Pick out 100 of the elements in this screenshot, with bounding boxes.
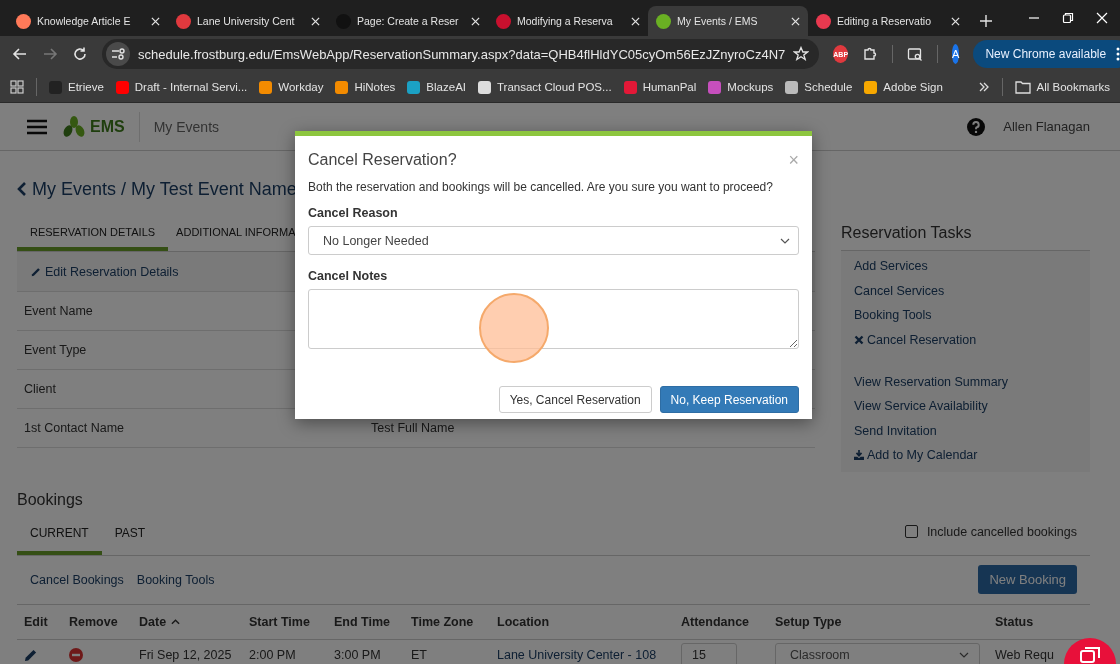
column-header[interactable]: Setup Type (775, 614, 995, 629)
browser-tab[interactable]: Lane University Cent (168, 6, 328, 36)
x-icon (854, 335, 864, 346)
task-link[interactable]: Add to My Calendar (854, 443, 1090, 468)
forward-arrow-icon[interactable] (42, 46, 58, 62)
task-link[interactable]: Cancel Services (854, 278, 1090, 304)
bookmark-link[interactable]: Etrieve (49, 80, 104, 94)
field-label: Event Name (24, 304, 94, 318)
bookmark-link[interactable]: Workday (259, 80, 324, 94)
all-bookmarks-link[interactable]: All Bookmarks (1014, 80, 1110, 94)
more-icon (1116, 47, 1120, 61)
address-bar[interactable]: schedule.frostburg.edu/EmsWebApp/ReservationSummary.aspx?data=QHB4flHldYC05cyOm56EzJZnyroCz4N7 (102, 39, 820, 69)
cancel-notes-field[interactable] (308, 289, 799, 349)
bookings-tab[interactable]: CURRENT (17, 518, 102, 555)
field-label: Cancel Reason (308, 206, 399, 220)
pencil-icon (30, 265, 42, 278)
column-header[interactable]: Attendance (681, 614, 775, 629)
close-button[interactable]: × (782, 151, 799, 169)
task-link[interactable]: Send Invitation (854, 418, 1090, 444)
edit-reservation-link[interactable]: Edit Reservation Details (30, 264, 179, 279)
column-header[interactable]: Location (497, 614, 681, 629)
column-header[interactable]: End Time (334, 614, 411, 629)
back-arrow-icon[interactable] (12, 46, 28, 62)
bookmark-link[interactable]: BlazeAI (407, 80, 466, 94)
dialog-button[interactable]: No, Keep Reservation (659, 386, 799, 413)
task-link[interactable]: View Service Availability (854, 393, 1090, 419)
column-header[interactable]: Time Zone (411, 614, 497, 629)
pencil-icon[interactable] (24, 647, 38, 662)
cancel-reason-select[interactable]: No Longer Needed (308, 226, 799, 255)
column-header[interactable]: Date (139, 614, 249, 629)
bookings-tab[interactable]: PAST (101, 518, 159, 555)
browser-tab[interactable]: Modifying a Reserva (488, 6, 648, 36)
dialog-button[interactable]: Yes, Cancel Reservation (498, 386, 652, 413)
attendance-input[interactable]: 15 (681, 642, 737, 664)
close-icon[interactable] (791, 16, 800, 26)
event-title: My Test Event Name (131, 178, 297, 200)
restore-icon[interactable] (1062, 12, 1074, 24)
table-cell-text: 2:00 PM (249, 647, 297, 662)
task-link[interactable]: Add Services (854, 254, 1090, 279)
favicon-icon (16, 13, 31, 29)
table-cell-text: ET (411, 647, 428, 662)
browser-tab[interactable]: Editing a Reservatio (808, 6, 968, 36)
double-chevron-icon[interactable] (977, 81, 990, 93)
update-chrome-button[interactable]: New Chrome available (973, 40, 1120, 68)
bookmark-link[interactable]: HumanPal (623, 80, 697, 94)
setup-type-select[interactable]: Classroom (775, 642, 980, 664)
favicon-icon (176, 13, 191, 29)
new-booking-button[interactable]: New Booking (978, 565, 1077, 595)
folder-icon (1014, 80, 1031, 94)
browser-tab[interactable]: Knowledge Article E (8, 6, 168, 36)
puzzle-icon[interactable] (862, 46, 879, 62)
column-header[interactable]: Remove (69, 614, 139, 629)
task-link[interactable]: View Reservation Summary (854, 369, 1090, 394)
close-icon[interactable] (631, 16, 640, 26)
remove-icon[interactable] (69, 647, 83, 662)
download-icon (854, 450, 864, 461)
dialog-title: Cancel Reservation? (308, 151, 457, 169)
leaf-logo-icon (62, 115, 86, 138)
field-value: Test Full Name (371, 421, 455, 435)
bookings-action-link[interactable]: Cancel Bookings (30, 572, 124, 587)
user-name[interactable]: Allen Flanagan (1003, 119, 1090, 134)
bookmark-link[interactable]: Transact Cloud POS... (478, 80, 612, 94)
breadcrumb-link[interactable]: My Events (32, 178, 117, 200)
bookmark-link[interactable]: Schedule (785, 80, 853, 94)
column-header[interactable]: Start Time (249, 614, 334, 629)
column-header[interactable]: Edit (24, 614, 69, 629)
location-link[interactable]: Lane University Center - 108 (497, 647, 657, 662)
tab-search-icon[interactable] (907, 46, 924, 62)
checkbox-label: Include cancelled bookings (926, 524, 1077, 539)
browser-tab[interactable]: My Events / EMS (648, 6, 808, 36)
close-icon[interactable] (151, 16, 160, 26)
bookmark-link[interactable]: Adobe Sign (864, 80, 943, 94)
app-logo-text: EMS (90, 117, 125, 136)
new-tab-icon[interactable] (980, 15, 992, 27)
favicon-icon (816, 13, 831, 29)
back-chevron-icon[interactable] (17, 181, 27, 197)
close-icon[interactable] (471, 16, 480, 26)
close-icon[interactable] (311, 16, 320, 26)
reload-icon[interactable] (72, 46, 88, 62)
close-icon[interactable] (951, 16, 960, 26)
column-header[interactable]: Status (995, 614, 1090, 629)
breadcrumb-separator: / (121, 178, 127, 200)
checkbox[interactable] (904, 525, 918, 539)
bookings-action-link[interactable]: Booking Tools (136, 572, 215, 587)
windows-icon (1079, 646, 1101, 664)
menu-icon[interactable] (27, 118, 47, 135)
help-icon[interactable] (967, 117, 986, 136)
field-label: Cancel Notes (308, 269, 389, 283)
favicon-icon (496, 13, 511, 29)
bookmark-link[interactable]: Mockups (708, 80, 774, 94)
task-link[interactable]: Booking Tools (854, 303, 1090, 328)
field-label: Client (24, 382, 57, 396)
site-settings-icon[interactable] (106, 42, 130, 66)
bookmark-link[interactable]: HiNotes (335, 80, 396, 94)
profile-avatar[interactable]: A (952, 44, 960, 64)
task-link[interactable]: Cancel Reservation (854, 327, 1090, 353)
bookmark-link[interactable]: Draft - Internal Servi... (115, 80, 248, 94)
apps-grid-icon[interactable] (10, 80, 24, 94)
star-icon[interactable] (793, 46, 810, 62)
browser-tab[interactable]: Page: Create a Reser (328, 6, 488, 36)
